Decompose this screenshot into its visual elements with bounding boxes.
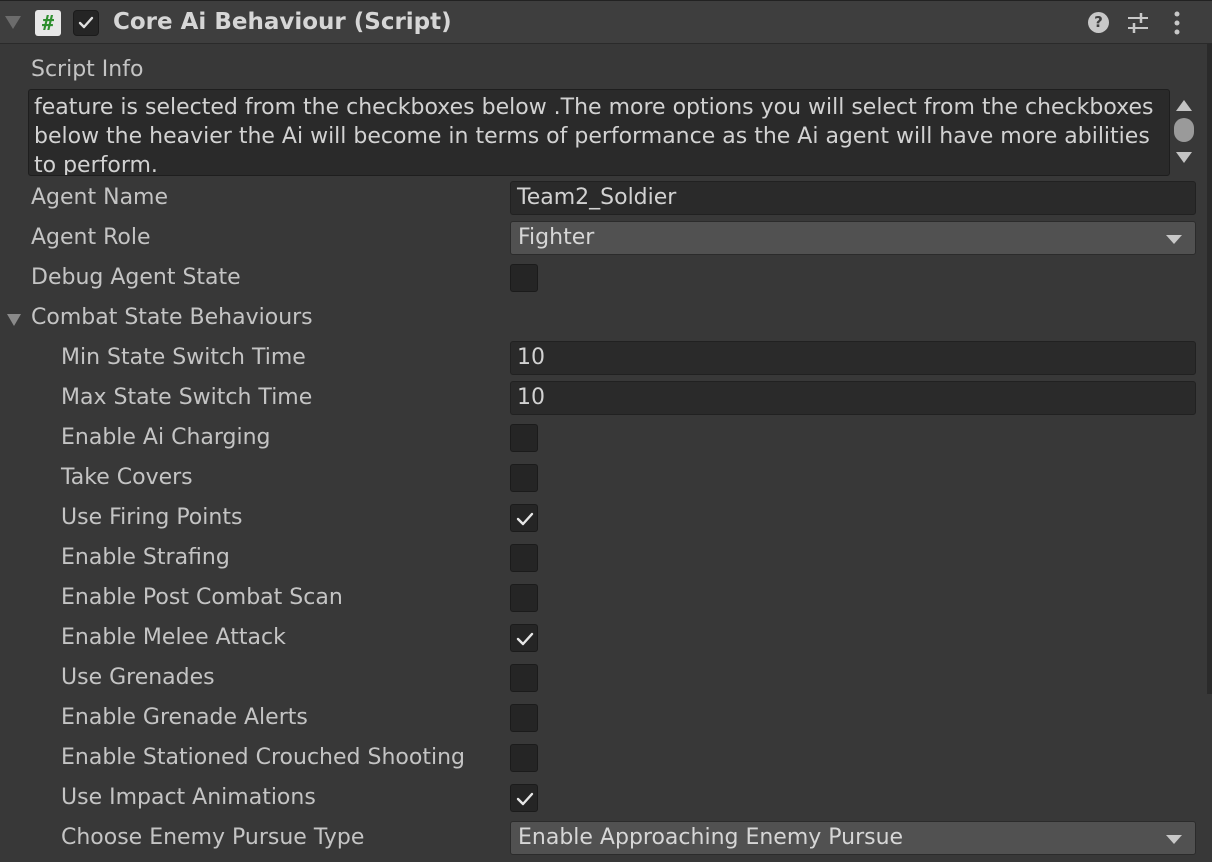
enemy-pursue-type-dropdown[interactable]: Enable Approaching Enemy Pursue xyxy=(510,821,1196,855)
inspector-scrollbar-track[interactable] xyxy=(1207,44,1212,694)
checkmark-icon xyxy=(78,16,94,29)
agent-role-dropdown[interactable]: Fighter xyxy=(510,221,1196,255)
component-title: Core Ai Behaviour (Script) xyxy=(113,9,452,35)
max-state-switch-time-field[interactable]: 10 xyxy=(510,381,1196,415)
combat-foldout-arrow-icon[interactable] xyxy=(7,314,21,326)
use-impact-animations-label: Use Impact Animations xyxy=(61,785,316,810)
script-icon: # xyxy=(35,10,61,36)
enable-post-combat-scan-checkbox[interactable] xyxy=(510,584,538,612)
enable-grenade-alerts-label: Enable Grenade Alerts xyxy=(61,705,308,730)
use-grenades-label: Use Grenades xyxy=(61,665,215,690)
enable-strafing-checkbox[interactable] xyxy=(510,544,538,572)
scroll-up-arrow-icon[interactable] xyxy=(1176,100,1192,111)
choose-enemy-pursue-type-label: Choose Enemy Pursue Type xyxy=(61,825,365,850)
use-impact-animations-checkbox[interactable] xyxy=(510,784,538,812)
scrollbar-thumb[interactable] xyxy=(1174,118,1194,142)
debug-agent-state-label: Debug Agent State xyxy=(31,265,241,290)
enable-melee-attack-checkbox[interactable] xyxy=(510,624,538,652)
agent-role-value: Fighter xyxy=(518,225,595,250)
presets-icon[interactable] xyxy=(1126,12,1150,34)
enable-post-combat-scan-label: Enable Post Combat Scan xyxy=(61,585,343,610)
combat-state-behaviours-foldout[interactable]: Combat State Behaviours xyxy=(31,305,313,330)
agent-name-label: Agent Name xyxy=(31,185,169,210)
scroll-down-arrow-icon[interactable] xyxy=(1176,152,1192,163)
checkmark-icon xyxy=(516,792,534,806)
component-header[interactable]: # Core Ai Behaviour (Script) ? xyxy=(0,0,1212,44)
agent-name-field[interactable]: Team2_Soldier xyxy=(510,181,1196,215)
enable-stationed-crouched-shooting-label: Enable Stationed Crouched Shooting xyxy=(61,745,465,770)
use-grenades-checkbox[interactable] xyxy=(510,664,538,692)
enable-strafing-label: Enable Strafing xyxy=(61,545,230,570)
enable-ai-charging-checkbox[interactable] xyxy=(510,424,538,452)
checkmark-icon xyxy=(516,632,534,646)
min-state-switch-time-label: Min State Switch Time xyxy=(61,345,306,370)
help-icon[interactable]: ? xyxy=(1088,12,1109,33)
use-firing-points-checkbox[interactable] xyxy=(510,504,538,532)
dropdown-arrow-icon xyxy=(1166,235,1182,244)
min-state-switch-time-field[interactable]: 10 xyxy=(510,341,1196,375)
take-covers-label: Take Covers xyxy=(61,465,193,490)
dropdown-arrow-icon xyxy=(1166,835,1182,844)
component-enabled-checkbox[interactable] xyxy=(73,10,99,36)
context-menu-icon[interactable] xyxy=(1170,10,1184,36)
use-firing-points-label: Use Firing Points xyxy=(61,505,243,530)
debug-agent-state-checkbox[interactable] xyxy=(510,264,538,292)
checkmark-icon xyxy=(516,512,534,526)
foldout-arrow-icon[interactable] xyxy=(5,16,21,29)
enemy-pursue-type-value: Enable Approaching Enemy Pursue xyxy=(518,825,904,850)
enable-grenade-alerts-checkbox[interactable] xyxy=(510,704,538,732)
take-covers-checkbox[interactable] xyxy=(510,464,538,492)
enable-stationed-crouched-shooting-checkbox[interactable] xyxy=(510,744,538,772)
script-info-textarea[interactable]: feature is selected from the checkboxes … xyxy=(28,89,1170,176)
max-state-switch-time-label: Max State Switch Time xyxy=(61,385,313,410)
enable-melee-attack-label: Enable Melee Attack xyxy=(61,625,286,650)
enable-ai-charging-label: Enable Ai Charging xyxy=(61,425,271,450)
script-info-text: feature is selected from the checkboxes … xyxy=(34,95,1161,176)
script-info-label: Script Info xyxy=(31,57,144,82)
agent-role-label: Agent Role xyxy=(31,225,151,250)
